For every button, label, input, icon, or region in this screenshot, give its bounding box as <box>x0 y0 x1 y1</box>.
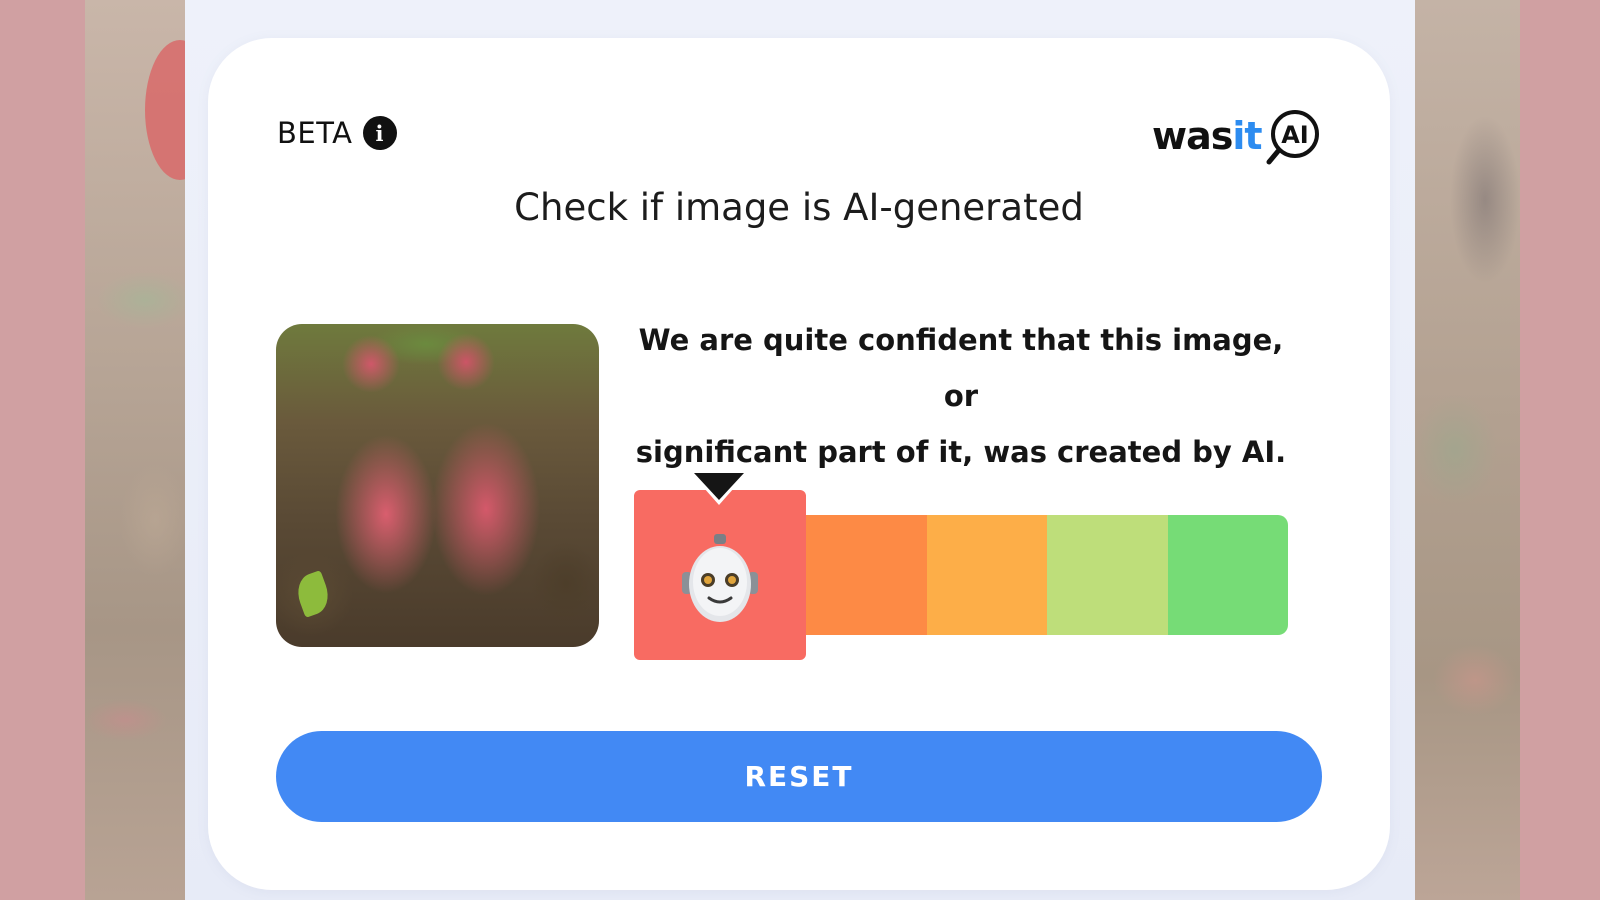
logo-prefix: was <box>1152 114 1233 158</box>
meter-segment-4 <box>1047 515 1168 635</box>
page-title: Check if image is AI-generated <box>514 186 1084 229</box>
reset-button[interactable]: RESET <box>276 731 1322 822</box>
meter-pointer <box>694 473 744 500</box>
info-icon[interactable]: i <box>362 116 397 150</box>
meter-segment-3 <box>926 515 1047 635</box>
logo-wordmark: wasit <box>1152 114 1263 158</box>
beta-label: BETA <box>277 116 353 150</box>
logo-badge-text: AI <box>1281 121 1309 149</box>
background-right-band <box>1520 0 1600 900</box>
uploaded-image-thumbnail <box>276 324 599 647</box>
wasitai-logo[interactable]: wasit AI <box>1152 104 1332 168</box>
meter-segment-2 <box>806 515 927 635</box>
logo-accent: it <box>1232 114 1262 158</box>
robot-icon <box>682 534 758 622</box>
beta-badge: BETA i <box>277 116 397 150</box>
verdict-line-1: We are quite confident that this image, … <box>638 323 1284 413</box>
confidence-meter <box>806 515 1288 635</box>
meter-active-segment <box>634 490 806 660</box>
magnifier-icon: AI <box>1266 110 1319 165</box>
thumbnail-leaf <box>292 570 334 618</box>
meter-segment-5 <box>1167 515 1288 635</box>
background-left-band <box>0 0 85 900</box>
verdict-text: We are quite confident that this image, … <box>620 312 1302 480</box>
background-photo-right <box>1415 0 1520 900</box>
